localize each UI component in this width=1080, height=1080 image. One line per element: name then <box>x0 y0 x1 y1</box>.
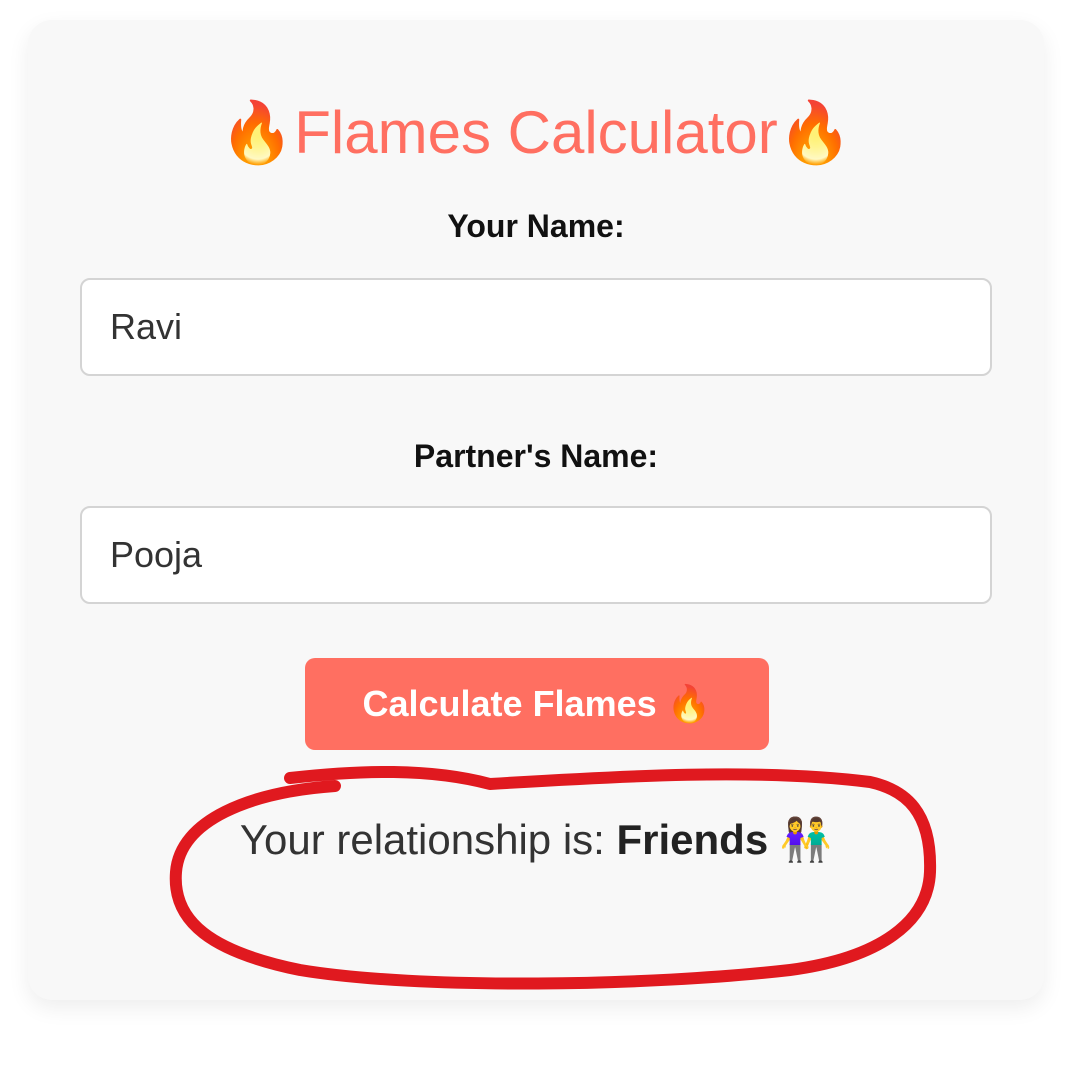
page-title: 🔥Flames Calculator🔥 <box>28 98 1044 168</box>
calculate-flames-button[interactable]: Calculate Flames 🔥 <box>305 658 769 750</box>
fire-icon: 🔥 <box>219 98 295 168</box>
screenshot-stage: 🔥Flames Calculator🔥 Your Name: Partner's… <box>0 0 1080 1080</box>
partner-name-input[interactable] <box>80 506 992 604</box>
fire-icon: 🔥 <box>666 684 712 725</box>
flames-card: 🔥Flames Calculator🔥 Your Name: Partner's… <box>28 20 1044 1000</box>
your-name-input[interactable] <box>80 278 992 376</box>
fire-icon: 🔥 <box>777 98 853 168</box>
calculate-flames-button-label: Calculate Flames <box>362 683 657 724</box>
page-title-text: Flames Calculator <box>294 99 778 166</box>
result-text: Your relationship is: Friends 👫 <box>28 814 1044 866</box>
result-prefix: Your relationship is: <box>239 816 605 863</box>
result-value: Friends <box>616 816 769 863</box>
couple-icon: 👫 <box>779 815 833 864</box>
your-name-label: Your Name: <box>447 208 625 244</box>
partner-name-label: Partner's Name: <box>413 438 659 474</box>
